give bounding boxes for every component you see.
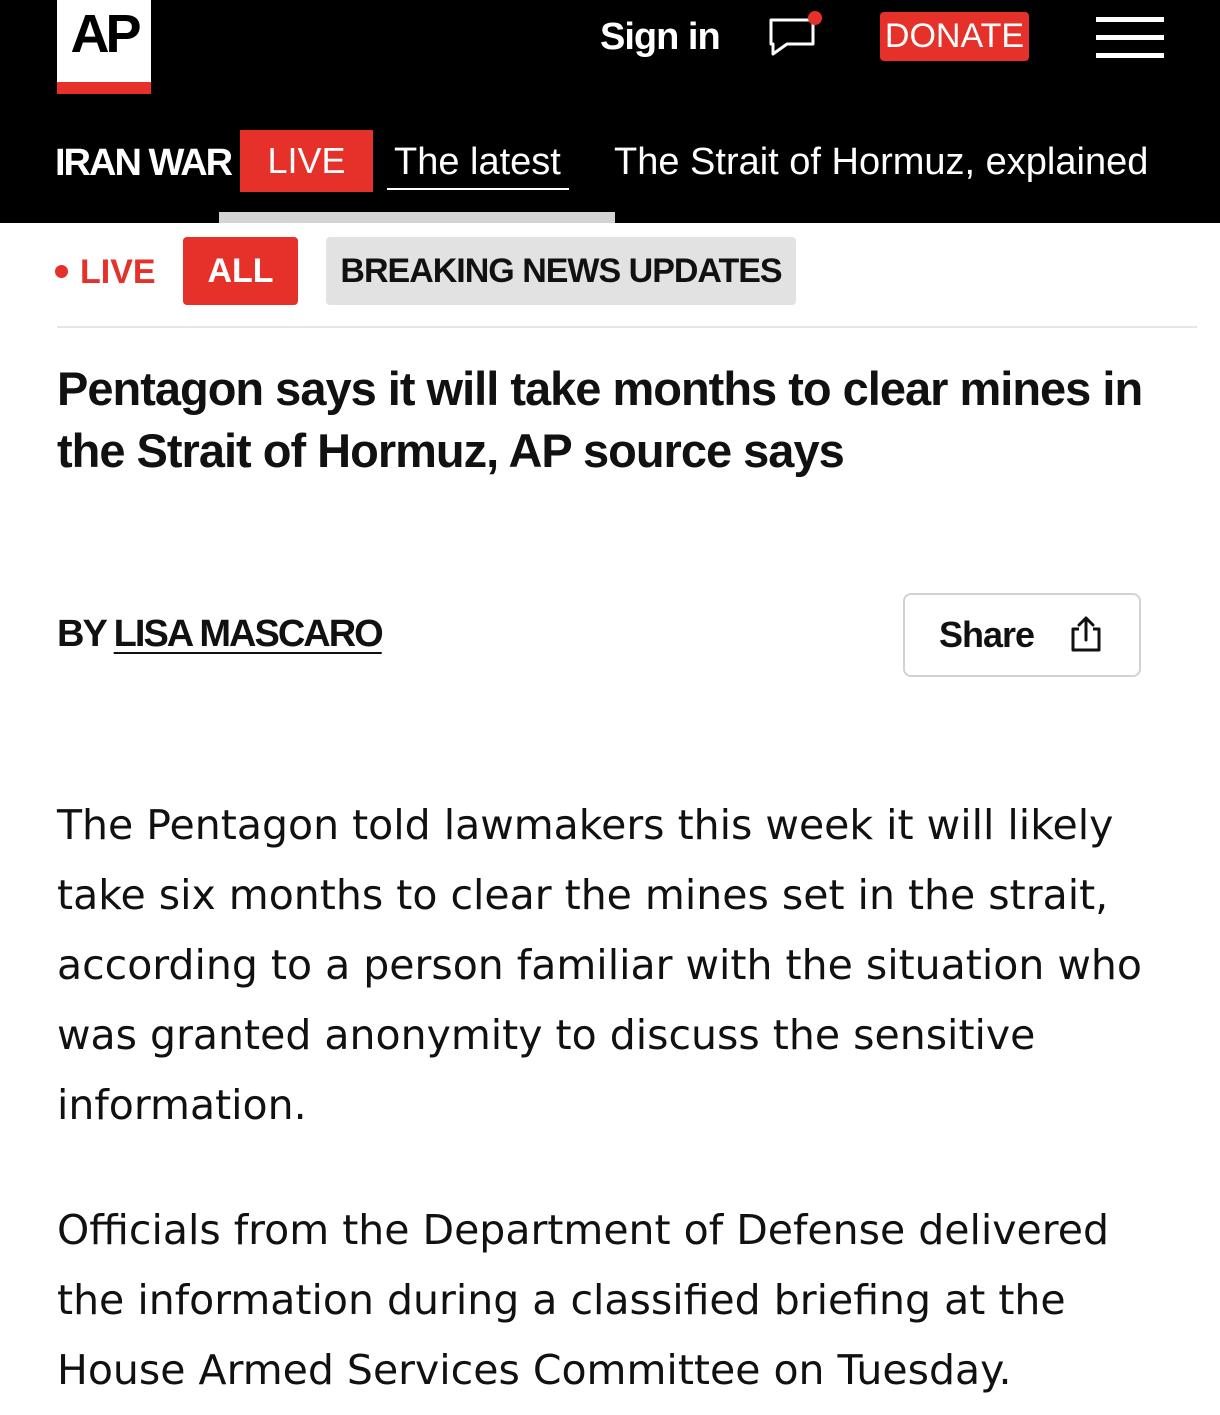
share-label: Share (939, 614, 1035, 655)
active-nav-underline (387, 188, 569, 190)
topic-label: IRAN WAR (55, 142, 233, 184)
chat-bubble-notification-icon[interactable] (765, 10, 825, 62)
logo-text: AP (70, 4, 141, 64)
filter-all-button[interactable]: ALL (183, 237, 298, 305)
live-dot-icon (55, 264, 68, 278)
share-upload-icon (1071, 616, 1101, 652)
nav-link-strait-explained[interactable]: The Strait of Hormuz, explained (614, 136, 1148, 188)
article-headline: Pentagon says it will take months to cle… (57, 362, 1143, 477)
nav-scroll-indicator[interactable] (219, 212, 615, 223)
live-indicator-label: LIVE (80, 253, 156, 291)
byline: BY LISA MASCARO (57, 609, 384, 659)
logo-red-stripe (57, 82, 151, 94)
byline-prefix: BY (57, 613, 107, 655)
site-header: AP Sign in DONATE IRAN WAR LIVE The late… (0, 0, 1220, 223)
live-tag[interactable]: LIVE (240, 130, 373, 192)
filter-breaking-news-button[interactable]: BREAKING NEWS UPDATES (326, 237, 796, 305)
article-paragraph: The Pentagon told lawmakers this week it… (57, 801, 1142, 1129)
author-link[interactable]: LISA MASCARO (114, 613, 384, 655)
sign-in-link[interactable]: Sign in (600, 12, 721, 62)
hamburger-menu-icon[interactable] (1096, 17, 1164, 59)
article-paragraph: Officials from the Department of Defense… (57, 1206, 1109, 1394)
live-indicator: LIVE (55, 250, 156, 294)
donate-button[interactable]: DONATE (880, 12, 1029, 61)
share-button[interactable]: Share (903, 593, 1141, 677)
nav-link-the-latest[interactable]: The latest (394, 136, 561, 188)
ap-logo[interactable]: AP (57, 0, 151, 94)
section-divider (57, 326, 1197, 328)
